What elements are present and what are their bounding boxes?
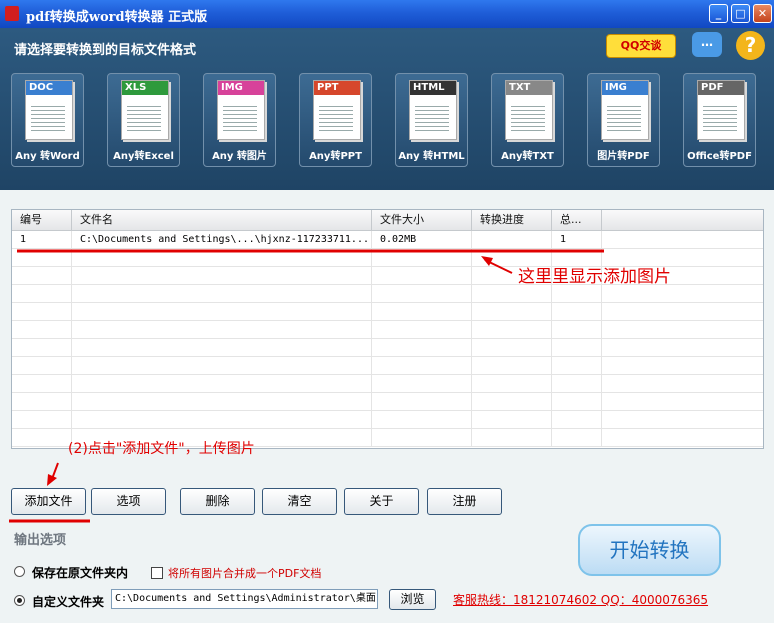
clear-button[interactable]: 清空: [262, 488, 337, 515]
output-path-input[interactable]: C:\Documents and Settings\Administrator\…: [111, 589, 378, 609]
table-note-arrowhead: [481, 256, 493, 266]
merge-checkbox[interactable]: [151, 567, 163, 579]
custom-folder-label[interactable]: 自定义文件夹: [32, 593, 104, 610]
save-original-label[interactable]: 保存在原文件夹内: [32, 564, 128, 581]
save-original-radio[interactable]: [14, 566, 25, 577]
upload-note: (2)点击"添加文件"，上传图片: [68, 441, 255, 457]
hotline-link[interactable]: 客服热线：18121074602 QQ：4000076365: [453, 591, 708, 608]
about-button[interactable]: 关于: [344, 488, 419, 515]
custom-folder-radio[interactable]: [14, 595, 25, 606]
delete-button[interactable]: 删除: [180, 488, 255, 515]
options-button[interactable]: 选项: [91, 488, 166, 515]
browse-button[interactable]: 浏览: [389, 589, 436, 610]
register-button[interactable]: 注册: [427, 488, 502, 515]
upload-note-arrowhead: [47, 474, 57, 486]
merge-label[interactable]: 将所有图片合并成一个PDF文档: [168, 565, 321, 581]
output-section-title: 输出选项: [14, 533, 67, 548]
start-convert-button[interactable]: 开始转换: [578, 524, 721, 576]
table-note: 这里里显示添加图片: [518, 267, 671, 287]
add-file-button[interactable]: 添加文件: [11, 488, 86, 515]
